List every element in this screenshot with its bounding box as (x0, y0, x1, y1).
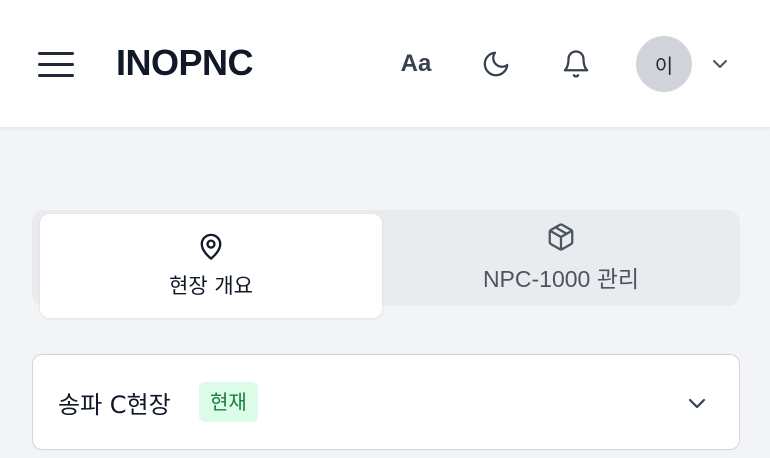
moon-icon[interactable] (478, 46, 514, 82)
bell-icon[interactable] (558, 46, 594, 82)
site-name: 송파 C현장 (58, 391, 171, 419)
site-selector[interactable]: 송파 C현장 현재 (32, 354, 740, 450)
app-logo: INOPNC (116, 42, 254, 83)
current-badge: 현재 (199, 382, 258, 422)
hamburger-menu-icon[interactable] (38, 50, 74, 80)
tab-npc-1000[interactable]: NPC-1000 관리 (382, 210, 740, 306)
chevron-down-icon[interactable] (685, 391, 709, 415)
chevron-down-icon[interactable] (708, 52, 732, 76)
map-pin-icon (200, 233, 222, 260)
tab-label: 현장 개요 (169, 274, 253, 298)
tab-bar: 현장 개요 NPC-1000 관리 (32, 210, 740, 318)
tab-site-overview[interactable]: 현장 개요 (40, 214, 382, 318)
font-size-label: Aa (400, 50, 432, 77)
package-icon (548, 223, 574, 251)
font-size-icon[interactable]: Aa (398, 46, 434, 82)
user-avatar[interactable]: 이 (636, 36, 692, 92)
top-header: INOPNC Aa 이 (0, 0, 770, 128)
tab-label: NPC-1000 관리 (482, 266, 640, 292)
avatar-initial: 이 (654, 53, 674, 78)
